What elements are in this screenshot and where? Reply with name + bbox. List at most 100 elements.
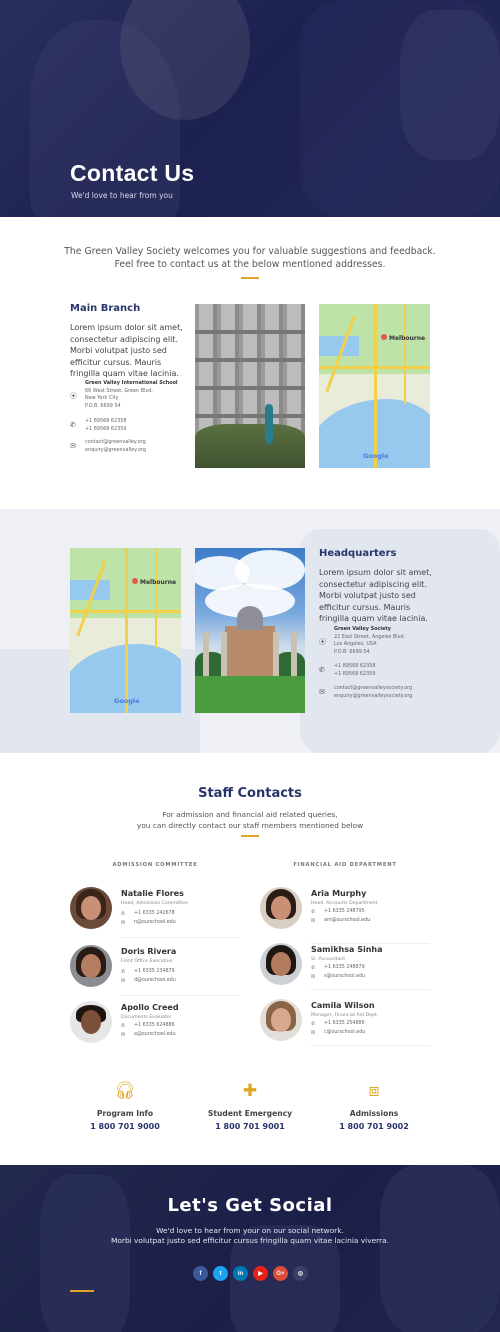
text-line: Lorem ipsum dolor sit amet, xyxy=(319,568,432,577)
main-branch-description: Lorem ipsum dolor sit amet, consectetur … xyxy=(70,322,185,380)
map-city-label: Melbourne xyxy=(140,579,177,586)
dept-heading-admission: ADMISSION COMMITTEE xyxy=(112,862,198,868)
staff-card: Camila Wilson Manager, Financial Aid Dep… xyxy=(260,999,430,1049)
mail-icon: ✉ xyxy=(121,978,126,984)
info-admissions: ⧈ Admissions 1 800 701 9002 xyxy=(299,1081,449,1131)
avatar xyxy=(70,887,112,929)
staff-role: Head, Accounts Department xyxy=(311,901,378,906)
avatar xyxy=(70,945,112,987)
text-line: Lorem ipsum dolor sit amet, xyxy=(70,323,183,332)
avatar xyxy=(260,943,302,985)
headquarters-map[interactable]: Melbourne Google xyxy=(70,548,181,713)
headquarters-phones: ✆ +1 89568 62358 +1 89568 62359 xyxy=(319,663,375,678)
address-po: P.O.B. 6699 54 xyxy=(85,402,121,409)
staff-card: Doris Rivera Front Office Executive ✆ +1 … xyxy=(70,945,240,996)
email-link[interactable]: contact@greenvalleysociety.org xyxy=(334,685,412,693)
phone-icon: ✆ xyxy=(70,421,76,429)
headquarters-photo xyxy=(195,548,305,713)
mail-icon: ✉ xyxy=(121,920,126,926)
staff-section-title: Staff Contacts xyxy=(198,786,302,801)
address-street: 66 West Street, Green Blvd. xyxy=(85,387,153,394)
twitter-icon[interactable]: t xyxy=(213,1266,228,1281)
email-link[interactable]: contact@greenvalley.org xyxy=(85,439,146,447)
divider xyxy=(311,1045,430,1046)
map-brand: Google xyxy=(363,452,389,460)
linkedin-icon[interactable]: in xyxy=(233,1266,248,1281)
staff-email[interactable]: ✉ c@ourschool.edu xyxy=(311,1030,365,1036)
staff-email[interactable]: ✉ s@ourschool.edu xyxy=(311,974,365,980)
address-city: New York City xyxy=(85,395,119,402)
staff-phone[interactable]: ✆ +1 6335 248795 xyxy=(311,909,365,915)
staff-email[interactable]: ✉ am@ourschool.edu xyxy=(311,918,370,924)
phone-icon: ✆ xyxy=(121,1023,126,1029)
staff-phone[interactable]: ✆ +1 6335 234879 xyxy=(121,969,175,975)
staff-role: Head, Admission Committee xyxy=(121,901,188,906)
staff-phone[interactable]: ✆ +1 6335 248879 xyxy=(311,965,365,971)
address-po: P.O.B. 6699 54 xyxy=(334,648,370,655)
phone-number[interactable]: +1 89568 62358 xyxy=(334,663,375,671)
phone-icon: ✆ xyxy=(311,909,316,915)
divider-accent xyxy=(241,835,259,837)
intro-line: The Green Valley Society welcomes you fo… xyxy=(64,246,436,257)
mail-icon: ✉ xyxy=(311,974,316,980)
email-link[interactable]: enquiry@greenvalley.org xyxy=(85,447,146,455)
phone-icon: ✆ xyxy=(121,969,126,975)
staff-role: Sr. Accountant xyxy=(311,957,346,962)
staff-role: Front Office Executive xyxy=(121,959,173,964)
staff-card: Apollo Creed Documents Evaluator ✆ +1 633… xyxy=(70,1001,240,1051)
staff-phone[interactable]: ✆ +1 6335 242678 xyxy=(121,911,175,917)
intro-text: The Green Valley Society welcomes you fo… xyxy=(0,245,500,271)
social-section: Let's Get Social We'd love to hear from … xyxy=(0,1165,500,1332)
location-pin-icon: ⦿ xyxy=(70,392,77,400)
facebook-icon[interactable]: f xyxy=(193,1266,208,1281)
staff-email[interactable]: ✉ a@ourschool.edu xyxy=(121,1032,176,1038)
staff-phone[interactable]: ✆ +1 6335 254886 xyxy=(311,1021,365,1027)
phone-icon: ✆ xyxy=(311,965,316,971)
headquarters-emails: ✉ contact@greenvalleysociety.org enquiry… xyxy=(319,685,412,700)
headquarters-address: ⦿ Green Valley Society 22 East Street, A… xyxy=(319,626,405,656)
main-branch-emails: ✉ contact@greenvalley.org enquiry@greenv… xyxy=(70,439,146,454)
phone-number[interactable]: +1 89568 62358 xyxy=(85,418,126,426)
text-line: Morbi volutpat justo sed xyxy=(319,591,416,600)
youtube-icon[interactable]: ▶ xyxy=(253,1266,268,1281)
phone-number[interactable]: +1 89568 62359 xyxy=(334,671,375,679)
staff-name: Doris Rivera xyxy=(121,947,177,956)
location-pin-icon: ⦿ xyxy=(319,638,326,646)
info-label: Admissions xyxy=(349,1109,399,1118)
staff-name: Natalie Flores xyxy=(121,889,184,898)
mail-icon: ✉ xyxy=(311,1030,316,1036)
staff-email[interactable]: ✉ n@ourschool.edu xyxy=(121,920,176,926)
social-subtitle: We'd love to hear from your on our socia… xyxy=(0,1226,500,1246)
staff-phone[interactable]: ✆ +1 6335 624886 xyxy=(121,1023,175,1029)
email-link[interactable]: enquiry@greenvalleysociety.org xyxy=(334,693,412,701)
phone-number[interactable]: +1 89568 62359 xyxy=(85,426,126,434)
divider-accent xyxy=(241,277,259,279)
google-plus-icon[interactable]: G+ xyxy=(273,1266,288,1281)
subtitle-line: Morbi volutpat justo sed efficitur cursu… xyxy=(111,1236,389,1245)
mail-icon: ✉ xyxy=(311,918,316,924)
divider-accent xyxy=(70,1290,94,1292)
staff-card: Aria Murphy Head, Accounts Department ✆ +… xyxy=(260,887,430,944)
hero-bg-shape xyxy=(400,10,500,160)
mail-icon: ✉ xyxy=(121,1032,126,1038)
staff-name: Apollo Creed xyxy=(121,1003,179,1012)
mail-icon: ✉ xyxy=(70,442,76,450)
divider xyxy=(121,995,240,996)
text-line: efficitur cursus. Mauris xyxy=(319,602,411,612)
main-branch-address: ⦿ Green Valley International School 66 W… xyxy=(70,380,178,410)
staff-card: Natalie Flores Head, Admission Committee… xyxy=(70,887,240,938)
instagram-icon[interactable]: ◎ xyxy=(293,1266,308,1281)
text-line: fringilla quam vitae lacinia. xyxy=(70,369,179,378)
text-line: consectetur adipiscing elit. xyxy=(70,334,178,344)
staff-name: Camila Wilson xyxy=(311,1001,375,1010)
staff-email[interactable]: ✉ d@ourschool.edu xyxy=(121,978,176,984)
staff-role: Documents Evaluator xyxy=(121,1015,172,1020)
subtitle-line: you can directly contact our staff membe… xyxy=(136,821,364,830)
main-branch-phones: ✆ +1 89568 62358 +1 89568 62359 xyxy=(70,418,126,433)
info-phone[interactable]: 1 800 701 9002 xyxy=(299,1122,449,1131)
main-branch-map[interactable]: Melbourne Google xyxy=(319,304,430,468)
page-subtitle: We'd love to hear from you xyxy=(71,191,173,200)
text-line: efficitur cursus. Mauris xyxy=(70,357,162,367)
address-name: Green Valley Society xyxy=(334,626,391,632)
headquarters-description: Lorem ipsum dolor sit amet, consectetur … xyxy=(319,567,434,625)
